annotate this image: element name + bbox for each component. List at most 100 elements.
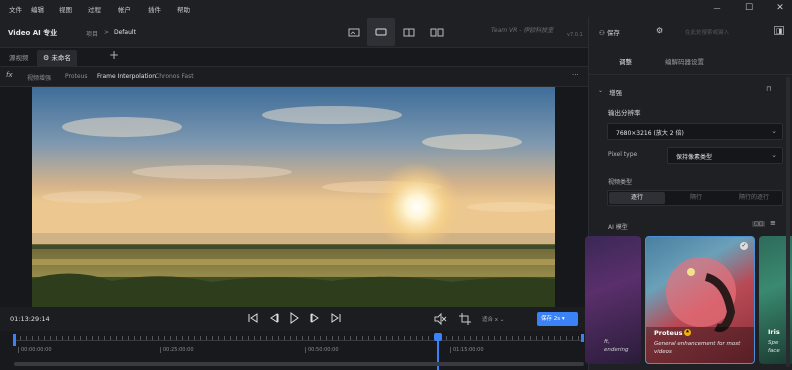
menu-help[interactable]: 帮助 — [177, 4, 190, 14]
collapse-chevron-icon[interactable]: ⌄ — [598, 87, 603, 94]
panel-scrollbar[interactable] — [786, 77, 790, 367]
divider — [589, 74, 792, 75]
right-panel: ⚇ 保存 ⚙ 在此处搜索或键入 ◨ 调整 编解码器设置 ⌄ 增强 ⊓ 输出分辨率… — [585, 17, 792, 370]
timeline-start-marker[interactable] — [13, 334, 16, 346]
toolbar-item-enhance[interactable]: 视频增强 — [27, 73, 51, 82]
timeline-scrollbar[interactable] — [14, 362, 584, 366]
menu-account[interactable]: 帐户 — [118, 4, 131, 14]
timeline-track — [14, 340, 584, 341]
toolbar-item-proteus[interactable]: Proteus — [65, 73, 88, 80]
export-header-button[interactable]: ⚇ 保存 — [599, 27, 620, 37]
timeline-mark: 01:15:00:00 — [450, 347, 484, 353]
maximize-button[interactable]: ☐ — [739, 1, 759, 16]
next-frame-button[interactable] — [308, 311, 322, 327]
search-input[interactable]: 在此处搜索或键入 — [679, 24, 769, 38]
crop-icon — [459, 313, 471, 325]
model-card-title: Proteus — [654, 329, 683, 337]
next-frame-icon — [310, 313, 319, 323]
minimize-button[interactable]: — — [707, 1, 727, 16]
add-tab-button[interactable]: + — [109, 48, 119, 62]
enhancement-toolbar: fx 视频增强 Proteus Frame Interpolation Chro… — [0, 66, 588, 87]
video-viewer[interactable] — [0, 87, 588, 307]
prev-frame-button[interactable] — [267, 311, 281, 327]
playback-controls: 01:13:29:14 适合 ⅹ ⌄ 保存 2s ▾ — [0, 307, 588, 331]
timeline-mark: 00:25:00:00 — [160, 347, 194, 353]
skip-start-button[interactable] — [246, 311, 260, 327]
tab-source-video[interactable]: 源视频 — [3, 50, 35, 67]
export-header-label: 保存 — [606, 29, 620, 37]
play-icon — [290, 312, 299, 324]
menu-process[interactable]: 过程 — [88, 4, 101, 14]
more-options-icon[interactable]: ··· — [572, 71, 579, 79]
tab-untitled[interactable]: ⚙ 未命名 — [37, 50, 77, 67]
list-view-icon[interactable]: ≡ — [770, 219, 776, 227]
zoom-label: 适合 ⅹ — [482, 317, 499, 323]
video-type-progressive[interactable]: 逐行 — [609, 192, 665, 204]
mute-button[interactable] — [433, 312, 447, 328]
export-button[interactable]: 保存 2s ▾ — [537, 312, 578, 326]
output-resolution-label: 输出分辨率 — [608, 109, 641, 117]
timeline-end-marker[interactable] — [581, 334, 584, 342]
video-type-label: 视频类型 — [608, 179, 633, 186]
layout-single-button[interactable] — [345, 22, 363, 42]
sunset-landscape-image — [32, 87, 555, 307]
output-resolution-select[interactable]: 7680×3216 (放大 2 倍) ⌄ — [607, 123, 783, 140]
save-icon: ⚇ — [599, 29, 605, 37]
play-button[interactable] — [287, 311, 301, 327]
panel-tab-codec[interactable]: 编解码器设置 — [665, 56, 704, 66]
panel-tab-adjust[interactable]: 调整 — [619, 56, 632, 66]
chevron-down-icon: ⌄ — [771, 127, 777, 135]
video-type-interlaced-progressive[interactable]: 隔行的逐行 — [726, 192, 782, 204]
menu-plugins[interactable]: 插件 — [148, 4, 161, 14]
title-bar: Video AI 专业 项目 > Default Team VR - 伊欧科技室… — [0, 17, 588, 47]
video-type-interlaced[interactable]: 隔行 — [668, 192, 724, 204]
chevron-down-icon: ⌄ — [499, 317, 505, 323]
layout-side-by-side-button[interactable] — [428, 22, 446, 42]
menu-bar: 文件 编辑 视图 过程 帐户 插件 帮助 — ☐ ✕ — [0, 0, 792, 17]
menu-edit[interactable]: 编辑 — [31, 4, 44, 14]
export-label: 保存 2s — [541, 316, 561, 322]
model-card-desc: Spe face — [768, 340, 780, 354]
pixel-type-label: Pixel type — [608, 151, 638, 158]
layout-video-button[interactable] — [367, 18, 395, 46]
pixel-type-select[interactable]: 保持像素类型 ⌄ — [667, 147, 783, 164]
menu-view[interactable]: 视图 — [59, 4, 72, 14]
breadcrumb-separator: > — [104, 29, 110, 36]
timeline-mark: 00:50:00:00 — [305, 347, 339, 353]
star-badge-icon: ★ — [684, 329, 691, 336]
breadcrumb-root[interactable]: 项目 — [86, 29, 98, 38]
timeline-mark: 00:00:00:00 — [18, 347, 52, 353]
model-card-previous[interactable]: ft, endering — [585, 236, 641, 364]
gear-icon: ⚙ — [43, 54, 50, 62]
full-view-icon — [375, 28, 387, 36]
toolbar-item-frame-interpolation[interactable]: Frame Interpolation — [97, 73, 156, 80]
video-frame — [32, 87, 555, 307]
crop-button[interactable] — [458, 312, 472, 328]
zoom-select[interactable]: 适合 ⅹ ⌄ — [482, 315, 504, 323]
close-button[interactable]: ✕ — [770, 1, 790, 16]
pixel-type-value: 保持像素类型 — [676, 154, 713, 161]
prev-frame-icon — [270, 313, 279, 323]
skip-end-button[interactable] — [329, 311, 343, 327]
section-title: 增强 — [609, 89, 622, 97]
timecode: 01:13:29:14 — [10, 315, 50, 323]
menu-file[interactable]: 文件 — [9, 4, 22, 14]
toolbar-item-chronos-fast[interactable]: Chronos Fast — [155, 73, 194, 80]
split-view-icon — [403, 28, 415, 37]
skip-end-icon — [331, 313, 341, 323]
video-type-segmented: 逐行 隔行 隔行的逐行 — [607, 190, 783, 206]
lock-icon[interactable]: ⊓ — [766, 85, 771, 93]
panel-toggle-icon[interactable]: ◨ — [774, 26, 784, 35]
settings-icon[interactable]: ⚙ — [656, 26, 663, 35]
model-card-proteus[interactable]: ✓ Proteus ★ General enhancement for most… — [645, 236, 755, 364]
app-name: Video AI 专业 — [8, 29, 58, 37]
dropdown-arrow-icon: ▾ — [561, 316, 565, 322]
timeline[interactable]: 00:00:00:00 00:25:00:00 00:50:00:00 01:1… — [0, 331, 588, 370]
breadcrumb-current[interactable]: Default — [114, 29, 136, 36]
grid-view-icon[interactable]: □□ — [752, 221, 766, 227]
fx-icon[interactable]: fx — [6, 71, 13, 79]
ai-model-label: AI 模型 — [608, 224, 628, 231]
playhead-handle[interactable] — [434, 333, 442, 341]
layout-split-button[interactable] — [400, 22, 418, 42]
tab-untitled-label: 未命名 — [51, 54, 71, 62]
